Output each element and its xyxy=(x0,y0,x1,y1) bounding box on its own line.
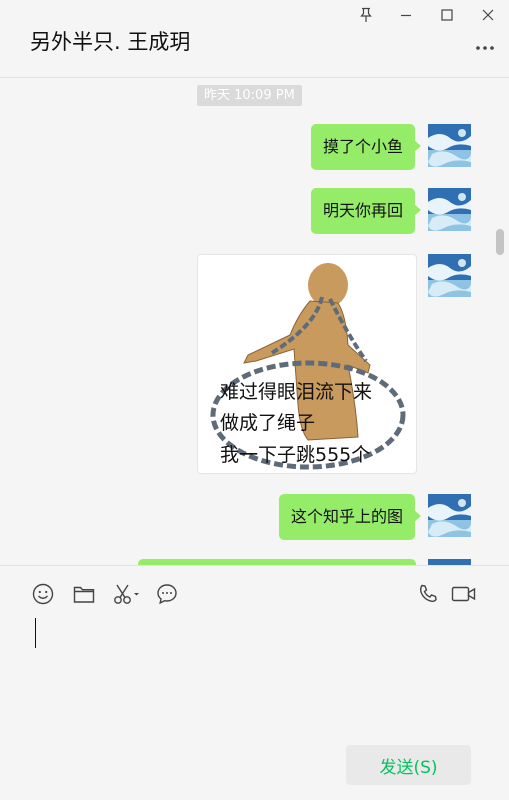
message-timestamp: 昨天 10:09 PM xyxy=(197,85,302,106)
message-bubble[interactable]: 明天你再回 xyxy=(310,188,422,234)
sticker-caption-line: 难过得眼泪流下来 xyxy=(220,381,373,403)
text-cursor xyxy=(35,618,36,648)
my-avatar[interactable] xyxy=(428,254,471,297)
my-avatar[interactable] xyxy=(428,494,471,537)
send-button[interactable]: 发送(S) xyxy=(346,745,471,785)
scissors-icon[interactable] xyxy=(113,582,141,606)
close-icon[interactable] xyxy=(475,4,501,26)
message-input[interactable] xyxy=(30,612,480,732)
pin-icon[interactable] xyxy=(353,4,379,26)
minimize-icon[interactable] xyxy=(393,4,419,26)
sticker-image[interactable]: 难过得眼泪流下来 做成了绳子 我一下子跳555个 xyxy=(197,254,417,474)
message-bubble[interactable]: 这个知乎上的图 xyxy=(278,494,422,540)
my-avatar[interactable] xyxy=(428,188,471,231)
chat-message-area[interactable]: 昨天 10:09 PM 摸了个小鱼 明天你再回 难过得眼泪流下来 做成了绳子 我… xyxy=(0,79,509,565)
my-avatar[interactable] xyxy=(428,124,471,167)
sticker-caption-line: 我一下子跳555个 xyxy=(220,444,371,466)
more-icon[interactable] xyxy=(473,40,497,56)
maximize-icon[interactable] xyxy=(434,4,460,26)
video-icon[interactable] xyxy=(450,582,478,606)
folder-icon[interactable] xyxy=(72,582,96,606)
input-divider xyxy=(0,565,509,566)
phone-icon[interactable] xyxy=(416,582,440,606)
message-bubble[interactable]: 摸了个小鱼 xyxy=(310,124,422,170)
sticker-caption-line: 做成了绳子 xyxy=(220,412,316,434)
title-bar: 另外半只. 王成玥 xyxy=(0,0,509,78)
scrollbar-thumb[interactable] xyxy=(496,229,504,255)
chat-title: 另外半只. 王成玥 xyxy=(30,30,191,54)
emoji-icon[interactable] xyxy=(31,582,55,606)
chat-bubble-icon[interactable] xyxy=(155,582,179,606)
